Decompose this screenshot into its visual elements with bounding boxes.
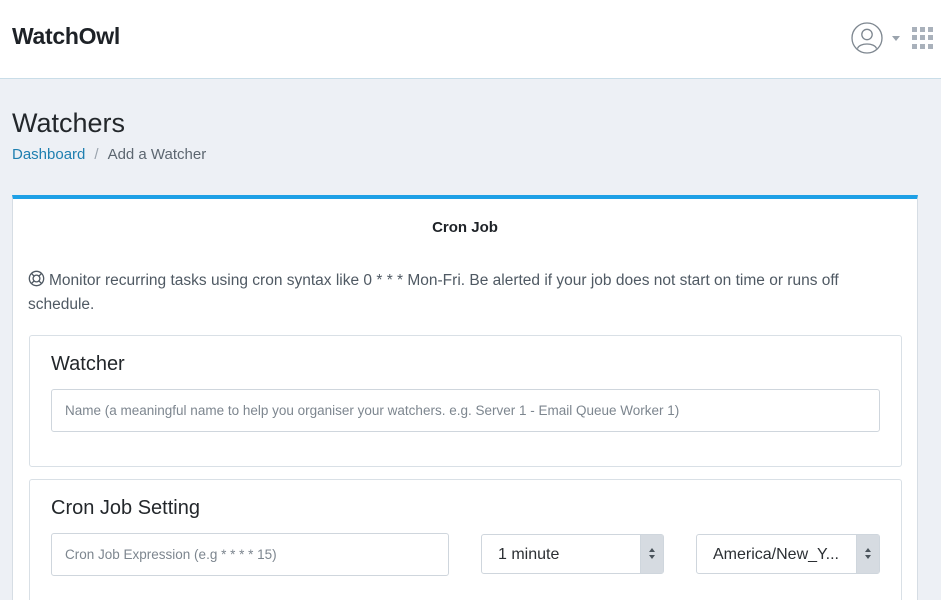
breadcrumb: Dashboard / Add a Watcher [12,146,206,163]
page-title: Watchers [12,108,126,138]
lifebuoy-icon [28,270,45,287]
breadcrumb-separator: / [94,146,99,163]
brand-logo[interactable]: WatchOwl [12,23,120,50]
intro-text: Monitor recurring tasks using cron synta… [28,272,839,313]
watcher-panel-heading: Watcher [51,353,125,375]
cron-job-card: Cron Job Monitor recurring tasks using c… [12,195,918,600]
user-avatar-icon[interactable] [851,22,883,54]
timezone-select-value: America/New_Y... [713,546,839,563]
top-navbar: WatchOwl [0,0,941,79]
cron-settings-heading: Cron Job Setting [51,497,200,519]
watcher-panel: Watcher [29,335,902,467]
select-arrows-icon [856,535,879,573]
card-title: Cron Job [432,219,498,236]
interval-select[interactable]: 1 minute [481,534,664,574]
cron-expression-input[interactable] [51,533,449,576]
apps-grid-icon[interactable] [912,27,934,49]
cron-settings-panel: Cron Job Setting 1 minute America/New_Y.… [29,479,902,600]
intro-text-block: Monitor recurring tasks using cron synta… [28,269,908,317]
timezone-select[interactable]: America/New_Y... [696,534,880,574]
interval-select-value: 1 minute [498,546,560,563]
breadcrumb-current: Add a Watcher [107,146,207,163]
select-arrows-icon [640,535,663,573]
watcher-name-input[interactable] [51,389,880,432]
caret-down-icon[interactable] [892,36,900,41]
breadcrumb-dashboard-link[interactable]: Dashboard [12,146,85,163]
